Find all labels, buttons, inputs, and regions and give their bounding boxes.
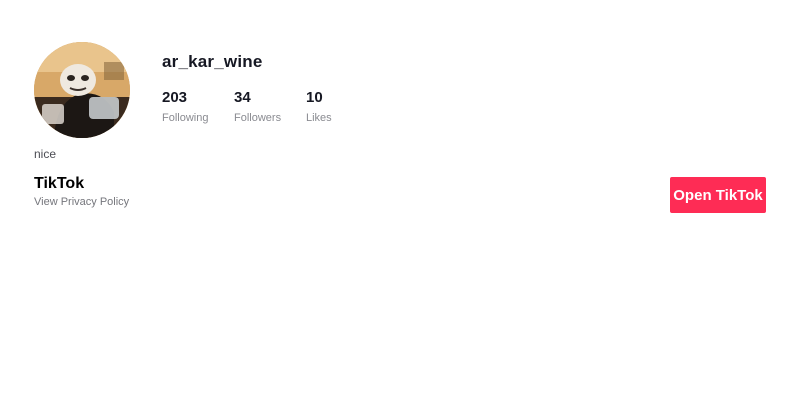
tiktok-brand-name: TikTok	[34, 175, 85, 192]
privacy-policy-link[interactable]: View Privacy Policy	[34, 196, 129, 208]
stat-likes: 10 Likes	[306, 89, 332, 125]
stat-followers-label: Followers	[234, 112, 282, 124]
stat-following-label: Following	[162, 112, 209, 124]
stat-followers: 34 Followers	[234, 89, 281, 125]
stat-followers-value: 34	[234, 89, 251, 106]
open-tiktok-button[interactable]: Open TikTok	[670, 177, 766, 213]
profile-embed: ar_kar_wine 203 Following 34 Followers 1…	[0, 0, 800, 400]
username[interactable]: ar_kar_wine	[162, 52, 263, 72]
avatar-photo-icon	[34, 42, 130, 138]
stat-likes-value: 10	[306, 89, 323, 106]
avatar[interactable]	[34, 42, 130, 138]
stat-likes-label: Likes	[306, 112, 332, 124]
stat-following-value: 203	[162, 89, 188, 106]
profile-bio: nice	[34, 147, 57, 161]
stat-following: 203 Following	[162, 89, 208, 125]
